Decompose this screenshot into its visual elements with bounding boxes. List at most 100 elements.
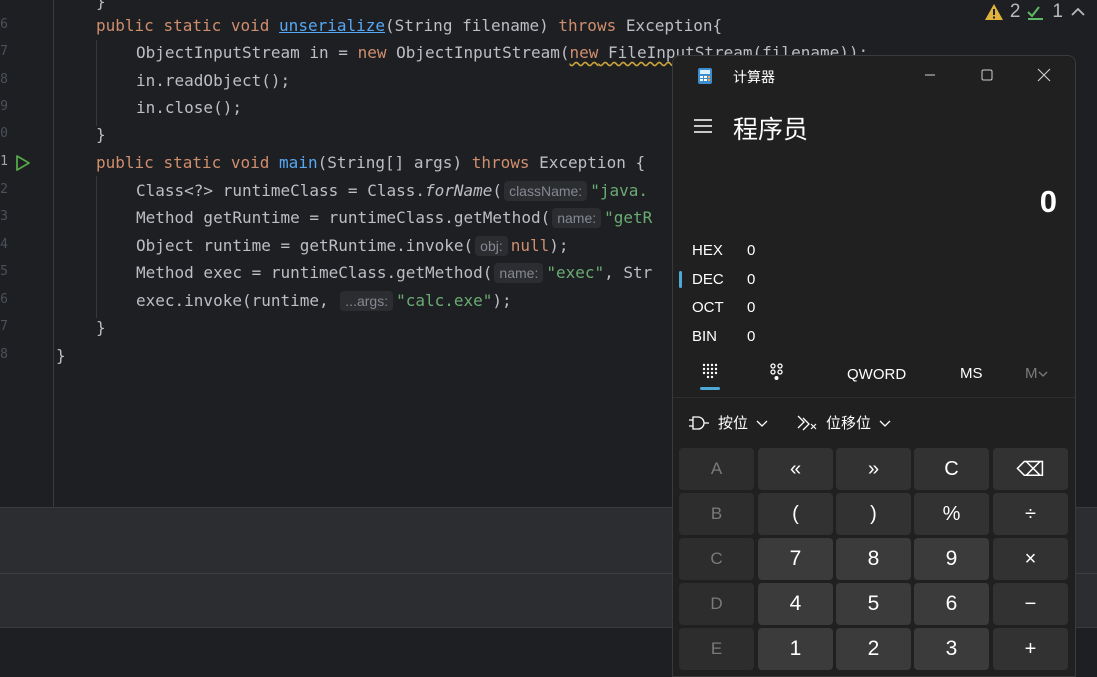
indent-guide xyxy=(96,40,97,126)
key-hex-b[interactable]: B xyxy=(679,493,754,535)
inspection-widget[interactable]: 2 1 xyxy=(984,0,1087,24)
warning-count: 2 xyxy=(1009,1,1021,22)
bitshift-label: 位移位 xyxy=(826,415,872,432)
code-line: in.readObject(); xyxy=(136,71,291,90)
divider xyxy=(673,397,1075,398)
line-number: 4 xyxy=(0,237,8,252)
bit-toggling-keypad-icon[interactable] xyxy=(769,363,785,381)
maximize-button[interactable] xyxy=(964,62,1010,88)
parameter-hint: ...args: xyxy=(340,291,394,311)
bitshift-dropdown[interactable]: 位移位 xyxy=(796,412,891,433)
code-line: public static void main(String[] args) t… xyxy=(96,153,646,172)
bitwise-label: 按位 xyxy=(718,415,749,432)
key-close-paren[interactable]: ) xyxy=(836,493,911,535)
close-button[interactable] xyxy=(1021,62,1067,88)
key-backspace[interactable]: ⌫ xyxy=(993,448,1068,490)
key-5[interactable]: 5 xyxy=(836,583,911,625)
line-number: 8 xyxy=(0,347,8,362)
key-rotate-left[interactable]: « xyxy=(758,448,833,490)
key-3[interactable]: 3 xyxy=(914,628,989,670)
line-number: 2 xyxy=(0,182,8,197)
ok-count: 1 xyxy=(1052,1,1063,22)
full-keypad-icon[interactable] xyxy=(702,363,718,381)
run-icon[interactable] xyxy=(14,155,32,171)
chevron-down-icon xyxy=(879,420,891,427)
chevron-down-icon xyxy=(1038,371,1047,377)
memory-menu-label: M xyxy=(1025,365,1038,382)
key-hex-d[interactable]: D xyxy=(679,583,754,625)
code-line: Class<?> runtimeClass = Class.forName(cl… xyxy=(136,181,648,201)
radix-value: 0 xyxy=(747,299,756,316)
key-divide[interactable]: ÷ xyxy=(993,493,1068,535)
line-number: 7 xyxy=(0,319,8,334)
minimize-icon xyxy=(925,74,935,76)
key-2[interactable]: 2 xyxy=(836,628,911,670)
key-8[interactable]: 8 xyxy=(836,538,911,580)
line-number: 9 xyxy=(0,99,8,114)
code-line: } xyxy=(96,318,106,337)
key-open-paren[interactable]: ( xyxy=(758,493,833,535)
parameter-hint: name: xyxy=(494,263,544,283)
line-number: 1 xyxy=(0,154,8,169)
chevron-down-icon xyxy=(756,420,768,427)
warning-icon xyxy=(984,4,1003,20)
code-line: Method exec = runtimeClass.getMethod(nam… xyxy=(136,263,653,283)
radix-label: DEC xyxy=(692,271,724,288)
line-number: 6 xyxy=(0,17,8,32)
key-subtract[interactable]: − xyxy=(993,583,1068,625)
line-number: 5 xyxy=(0,264,8,279)
selected-radix-indicator xyxy=(679,271,682,288)
code-line: Method getRuntime = runtimeClass.getMeth… xyxy=(136,208,653,228)
hamburger-menu-icon[interactable] xyxy=(693,118,713,134)
line-number: 8 xyxy=(0,72,8,87)
double-check-icon xyxy=(1027,6,1044,20)
parameter-hint: name: xyxy=(552,208,602,228)
code-line: } xyxy=(96,125,106,144)
key-hex-a[interactable]: A xyxy=(679,448,754,490)
key-7[interactable]: 7 xyxy=(758,538,833,580)
memory-menu-button[interactable]: M xyxy=(1025,365,1048,382)
maximize-icon xyxy=(981,69,993,81)
key-6[interactable]: 6 xyxy=(914,583,989,625)
line-number: 6 xyxy=(0,292,8,307)
mode-title: 程序员 xyxy=(733,116,809,144)
code-line: Object runtime = getRuntime.invoke(obj: n… xyxy=(136,236,569,256)
active-tab-indicator xyxy=(700,387,720,390)
title-bar[interactable]: 计算器 xyxy=(673,56,1075,94)
radix-value: 0 xyxy=(747,271,756,288)
key-rotate-right[interactable]: » xyxy=(836,448,911,490)
indent-guide xyxy=(96,176,97,318)
line-number: 0 xyxy=(0,126,8,141)
radix-label: BIN xyxy=(692,328,718,345)
calculator-window[interactable]: 计算器 程序员 0 HEX 0 DEC 0 OCT 0 BIN 0 QWORD … xyxy=(672,55,1076,677)
radix-value: 0 xyxy=(747,328,756,345)
key-hex-c[interactable]: C xyxy=(679,538,754,580)
parameter-hint: obj: xyxy=(475,236,508,256)
parameter-hint: className: xyxy=(504,181,588,201)
code-line: in.close(); xyxy=(136,98,242,117)
key-clear[interactable]: C xyxy=(914,448,989,490)
line-number: 3 xyxy=(0,209,8,224)
line-number: 7 xyxy=(0,44,8,59)
chevron-up-icon[interactable] xyxy=(1069,3,1087,21)
word-size-button[interactable]: QWORD xyxy=(847,366,906,383)
key-9[interactable]: 9 xyxy=(914,538,989,580)
method-name: unserialize xyxy=(279,16,386,35)
logic-gate-icon xyxy=(689,415,709,430)
memory-store-button[interactable]: MS xyxy=(960,365,983,382)
radix-label: OCT xyxy=(692,299,724,316)
bitwise-dropdown[interactable]: 按位 xyxy=(688,412,768,433)
key-1[interactable]: 1 xyxy=(758,628,833,670)
method-name: main xyxy=(279,153,318,172)
key-hex-e[interactable]: E xyxy=(679,628,754,670)
result-display: 0 xyxy=(1039,184,1057,219)
close-icon xyxy=(1037,68,1051,82)
key-add[interactable]: + xyxy=(993,628,1068,670)
key-percent[interactable]: % xyxy=(914,493,989,535)
key-4[interactable]: 4 xyxy=(758,583,833,625)
code-line: } xyxy=(96,0,106,11)
radix-label: HEX xyxy=(692,242,723,259)
calculator-app-icon xyxy=(698,68,712,84)
key-multiply[interactable]: × xyxy=(993,538,1068,580)
minimize-button[interactable] xyxy=(907,62,953,88)
